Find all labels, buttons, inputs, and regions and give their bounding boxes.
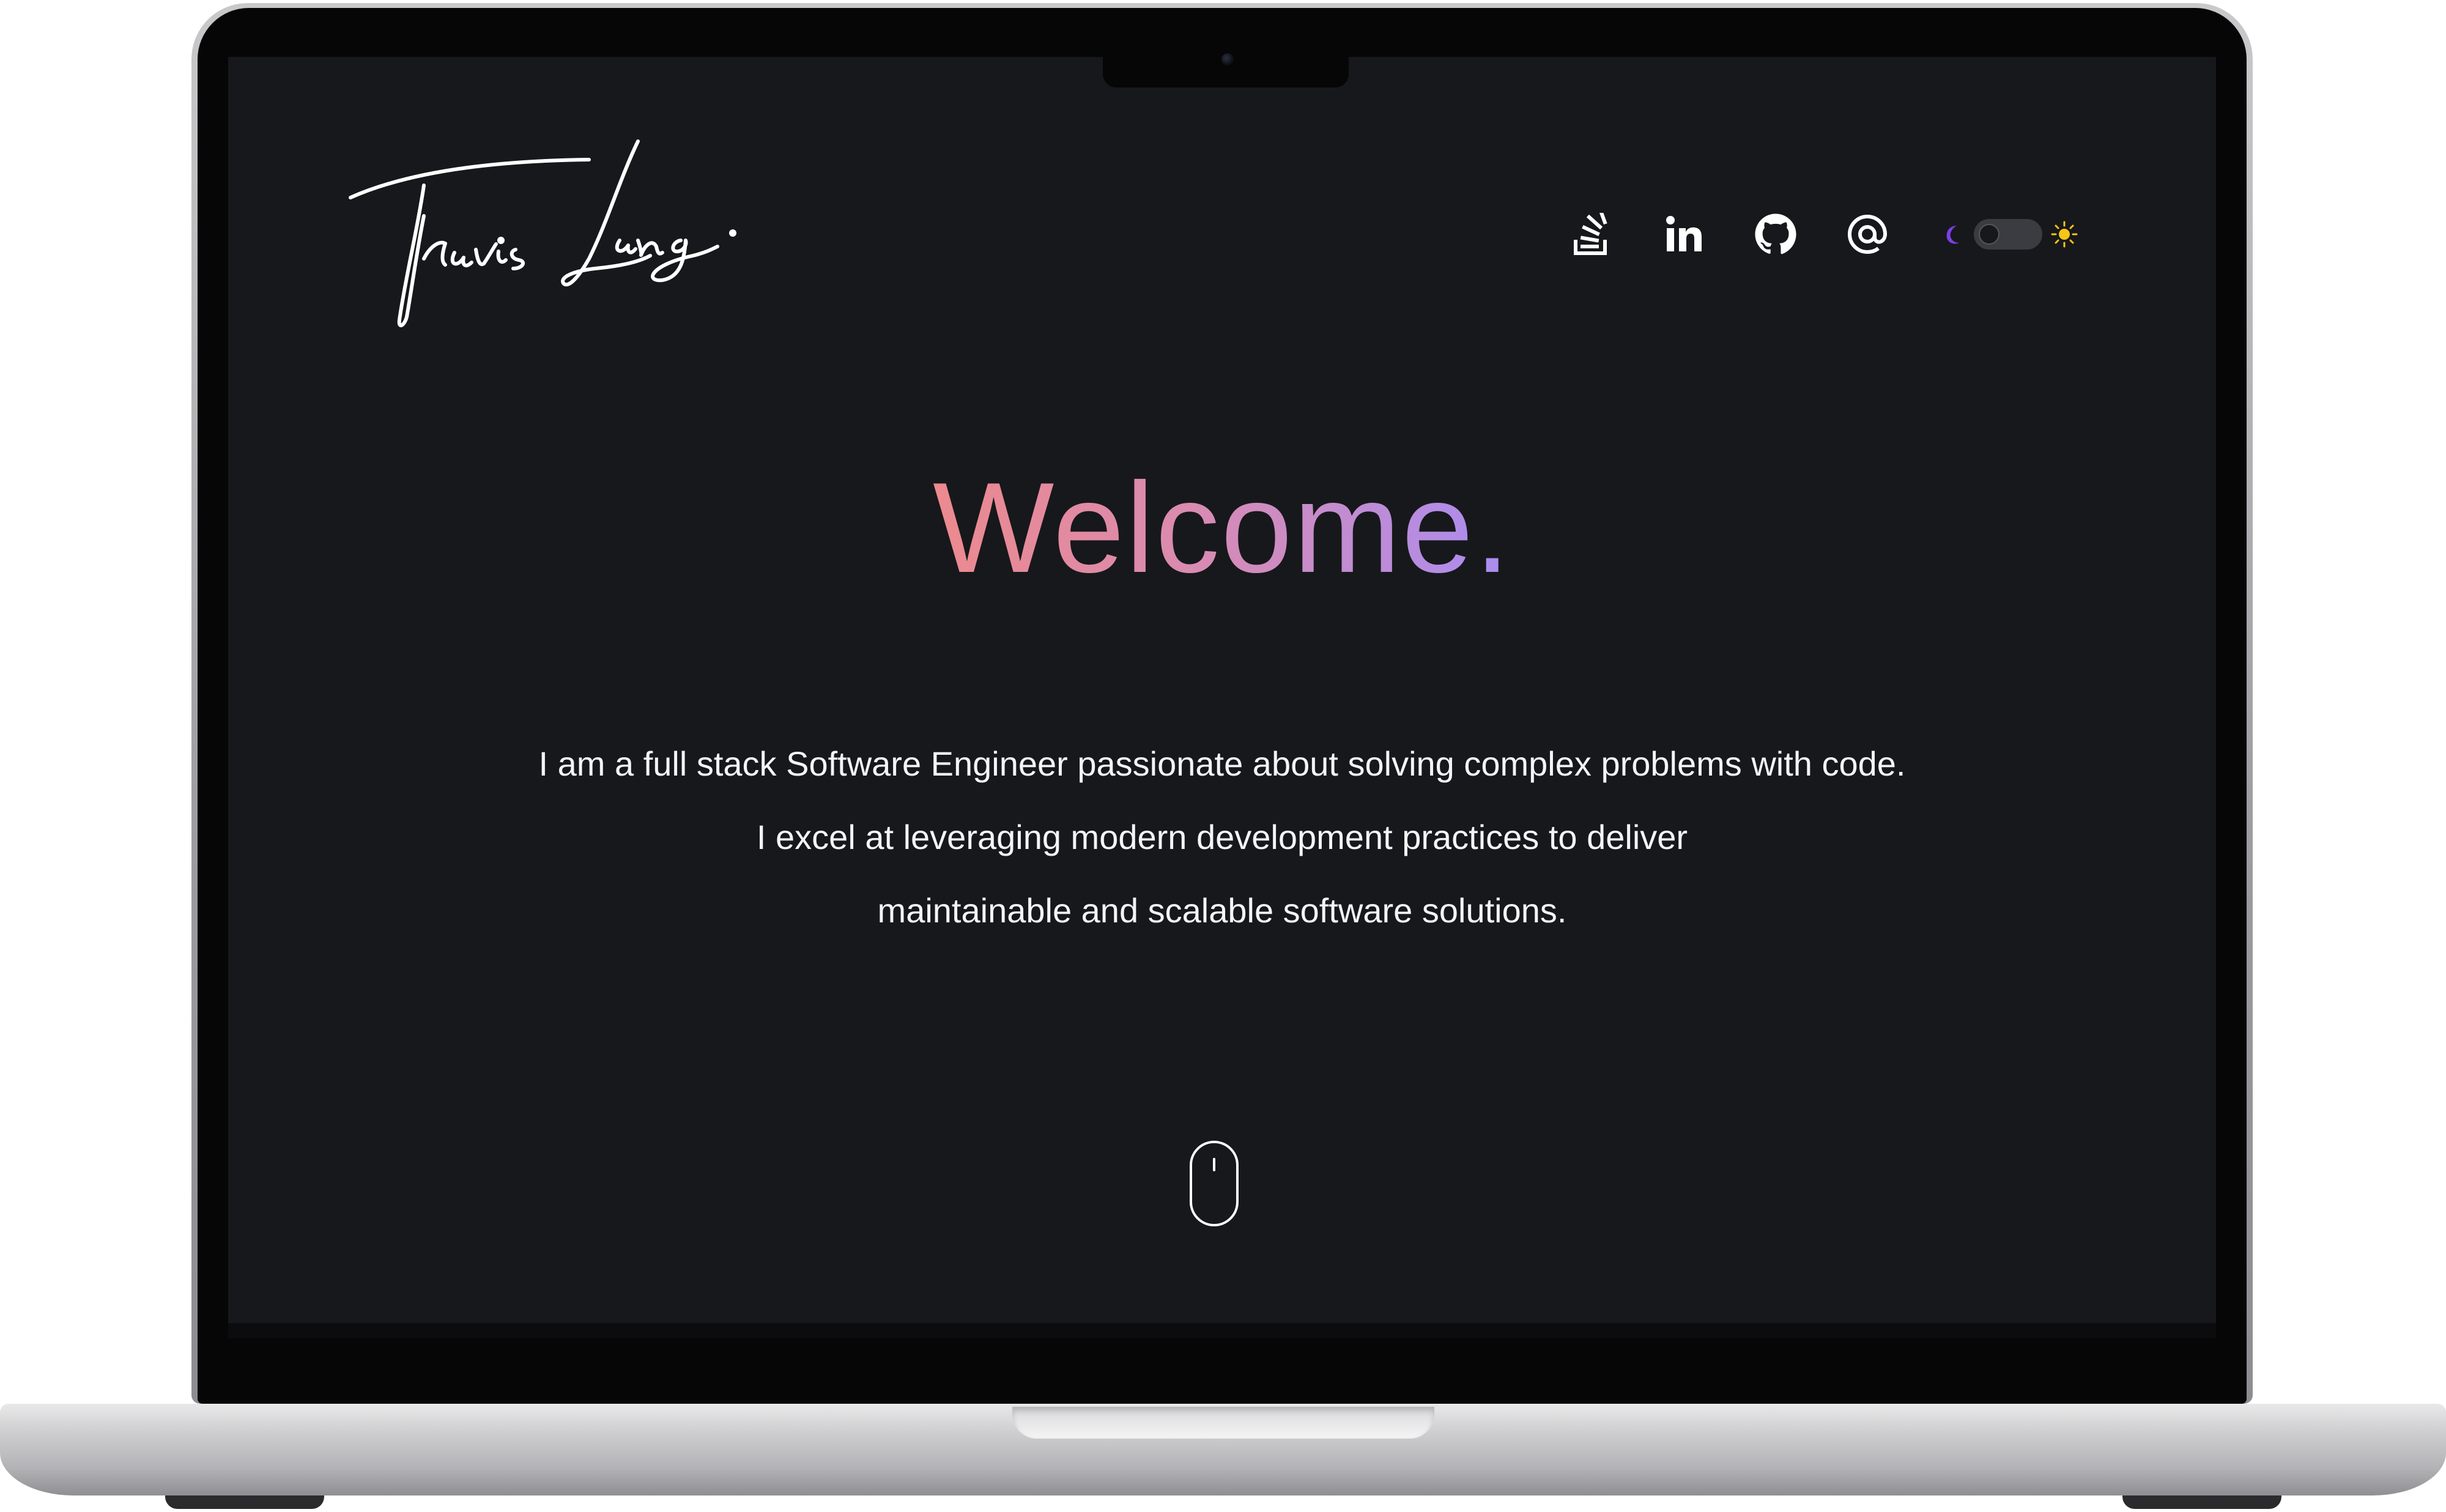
mouse-scroll-icon[interactable] [1188,1140,1240,1228]
intro-line-1: I am a full stack Software Engineer pass… [538,744,1906,783]
laptop-bezel: Welcome. I am a full stack Software Engi… [198,8,2247,1404]
intro-line-3: maintainable and scalable software solut… [877,891,1567,930]
hero-title: Welcome. [228,448,2216,607]
signature-logo[interactable] [332,124,760,344]
laptop-lid: Welcome. I am a full stack Software Engi… [191,3,2253,1404]
sun-icon [2051,221,2078,248]
laptop-opening-notch [1012,1407,1434,1439]
theme-switch[interactable] [1974,219,2042,250]
github-icon[interactable] [1751,210,1800,259]
hero-title-text: Welcome. [933,456,1511,599]
laptop-foot-right [2122,1495,2281,1509]
theme-switch-knob[interactable] [1979,224,1999,245]
linkedin-icon[interactable] [1659,210,1708,259]
theme-toggle[interactable] [1941,219,2078,250]
moon-icon [1946,226,1959,244]
webcam-icon [1221,53,1234,65]
email-at-icon[interactable] [1843,210,1892,259]
intro-line-2: I excel at leveraging modern development… [756,818,1688,856]
stack-overflow-icon[interactable] [1568,210,1617,259]
website-screen: Welcome. I am a full stack Software Engi… [228,57,2216,1323]
camera-notch [1103,45,1349,87]
laptop-mockup: Welcome. I am a full stack Software Engi… [0,0,2446,1512]
laptop-foot-left [165,1495,324,1509]
hero-intro: I am a full stack Software Engineer pass… [228,727,2216,947]
header-nav [1568,210,2078,259]
screen-bottom-bezel [228,1323,2216,1338]
